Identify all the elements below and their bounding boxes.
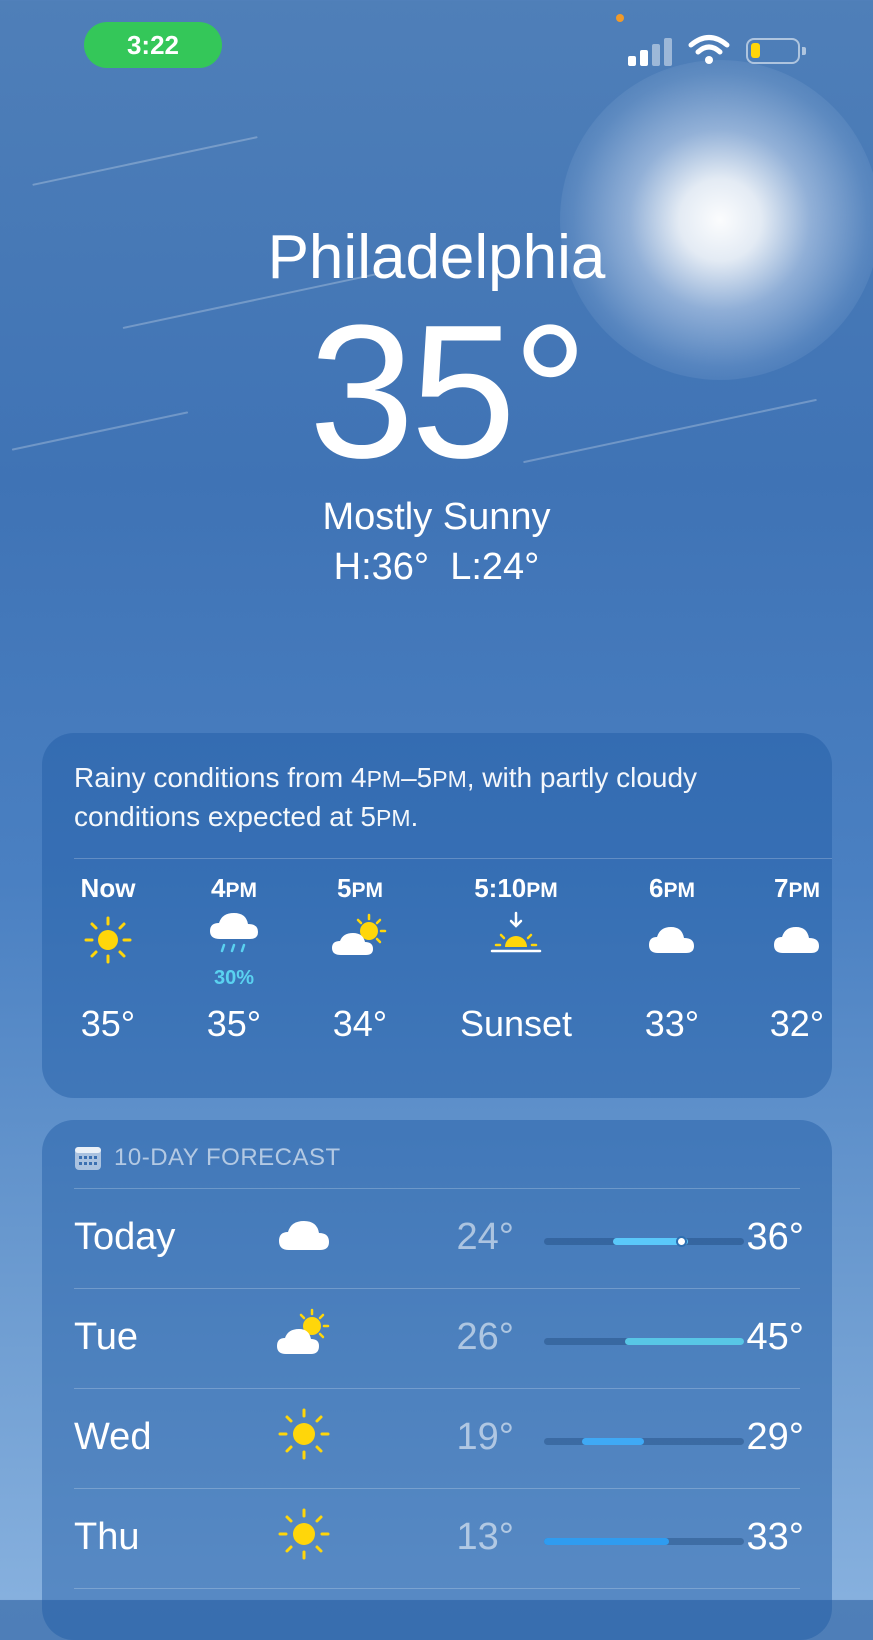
hour-label: 7PM bbox=[774, 873, 820, 903]
temp-range-fill bbox=[544, 1538, 669, 1545]
temp-range-fill bbox=[581, 1438, 644, 1445]
hour-item-now[interactable]: Now 35° bbox=[48, 873, 168, 1045]
hour-temperature: 34° bbox=[332, 1003, 388, 1044]
low-temp: 24° bbox=[456, 1216, 514, 1258]
high-temp: 29° bbox=[746, 1416, 804, 1458]
low-temp: 19° bbox=[456, 1416, 514, 1458]
forecast-row-thu[interactable]: Thu 13° 33° bbox=[74, 1488, 804, 1588]
low-temp: 26° bbox=[456, 1316, 514, 1358]
hour-label: 5:10PM bbox=[474, 873, 558, 903]
battery-level bbox=[751, 43, 760, 58]
forecast-row-wed[interactable]: Wed 19° 29° bbox=[74, 1388, 804, 1488]
cloud-sun-icon bbox=[277, 1308, 330, 1354]
hour-temperature: 35° bbox=[206, 1003, 262, 1044]
ten-day-forecast-card[interactable]: 10-DAY FORECAST Today 24° 36° Tue 26° 45… bbox=[42, 1120, 832, 1640]
current-condition: Mostly Sunny bbox=[322, 496, 551, 538]
ten-day-title: 10-DAY FORECAST bbox=[114, 1144, 341, 1171]
hour-temperature: 33° bbox=[644, 1003, 700, 1044]
day-label: Wed bbox=[74, 1416, 152, 1458]
high-temp: 45° bbox=[746, 1316, 804, 1358]
hour-item-sunset[interactable]: 5:10PM Sunset bbox=[436, 873, 596, 1045]
day-label: Tue bbox=[74, 1316, 139, 1358]
cloud-sun-icon bbox=[332, 913, 387, 955]
sun-icon bbox=[278, 1408, 330, 1460]
high-low-temperature: H:36° L:24° bbox=[0, 546, 873, 589]
row-divider bbox=[74, 1588, 800, 1589]
hour-item-6pm[interactable]: 6PM 33° bbox=[612, 873, 732, 1045]
battery-icon bbox=[746, 38, 806, 64]
calendar-icon bbox=[75, 1147, 101, 1170]
ten-day-header: 10-DAY FORECAST bbox=[74, 1144, 341, 1172]
hour-label: 4PM bbox=[211, 873, 257, 903]
camera-indicator-dot bbox=[616, 14, 624, 22]
status-time[interactable]: 3:22 bbox=[84, 22, 222, 68]
sun-icon bbox=[278, 1508, 330, 1560]
forecast-row-today[interactable]: Today 24° 36° bbox=[74, 1188, 804, 1288]
forecast-summary: Rainy conditions from 4PM–5PM, with part… bbox=[74, 762, 698, 832]
hourly-forecast-card[interactable]: Rainy conditions from 4PM–5PM, with part… bbox=[42, 733, 832, 1098]
city-name: Philadelphia bbox=[267, 223, 606, 292]
low-temp: L:24° bbox=[450, 546, 540, 588]
hour-temperature: 35° bbox=[80, 1003, 136, 1044]
hour-label: 6PM bbox=[649, 873, 695, 903]
precipitation-chance: 30% bbox=[213, 967, 255, 989]
cloud-icon bbox=[279, 1221, 329, 1250]
cloud-streak bbox=[32, 136, 258, 186]
current-temperature: 35° bbox=[308, 286, 588, 498]
cellular-signal-icon bbox=[628, 36, 674, 66]
hour-item-7pm[interactable]: 7PM 32° bbox=[737, 873, 857, 1045]
hour-temperature: 32° bbox=[769, 1003, 825, 1044]
high-temp: 33° bbox=[746, 1516, 804, 1558]
hour-item-4pm[interactable]: 4PM 30% 35° bbox=[174, 873, 294, 1045]
cloud-rain-icon bbox=[210, 913, 258, 953]
card-divider bbox=[74, 858, 832, 859]
hour-item-5pm[interactable]: 5PM 34° bbox=[300, 873, 420, 1045]
cloud-icon bbox=[774, 927, 819, 953]
forecast-row-tue[interactable]: Tue 26° 45° bbox=[74, 1288, 804, 1388]
sun-icon bbox=[84, 916, 132, 964]
day-label: Today bbox=[74, 1216, 176, 1258]
high-temp: 36° bbox=[746, 1216, 804, 1258]
wifi-icon bbox=[688, 35, 730, 64]
hour-temperature: Sunset bbox=[459, 1003, 573, 1044]
hour-label: 5PM bbox=[337, 873, 383, 903]
day-label: Thu bbox=[74, 1516, 140, 1558]
current-temp-dot bbox=[676, 1236, 687, 1247]
cloud-icon bbox=[649, 927, 694, 953]
low-temp: 13° bbox=[456, 1516, 514, 1558]
high-temp: H:36° bbox=[333, 546, 430, 588]
sunset-icon bbox=[490, 911, 542, 953]
hour-label: Now bbox=[80, 873, 136, 903]
